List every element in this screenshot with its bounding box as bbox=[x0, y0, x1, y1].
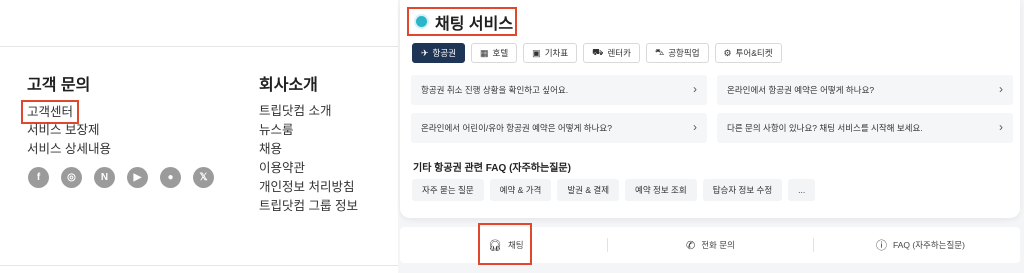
divider bbox=[0, 265, 398, 266]
chip-common-questions[interactable]: 자주 묻는 질문 bbox=[412, 179, 484, 201]
faq-chips: 자주 묻는 질문 예약 & 가격 발권 & 결제 예약 정보 조회 탑승자 정보… bbox=[412, 179, 816, 201]
chat-service-card: 채팅 서비스 ✈ 항공권 ▦ 호텔 ▣ 기차표 ⛟ 렌터카 ⛍ 공항픽업 ⚙ 투… bbox=[400, 0, 1020, 218]
chevron-right-icon: › bbox=[999, 82, 1003, 96]
chip-passenger-edit[interactable]: 탑승자 정보 수정 bbox=[702, 179, 783, 201]
chat-button[interactable]: 🎧︎ 채팅 bbox=[488, 227, 524, 263]
contact-bar: 🎧︎ 채팅 ✆ 전화 문의 ⓘ FAQ (자주하는질문) bbox=[400, 223, 1020, 265]
newsroom-link[interactable]: 뉴스룸 bbox=[259, 121, 358, 140]
faq-item[interactable]: 온라인에서 항공권 예약은 어떻게 하나요? › bbox=[717, 75, 1013, 105]
pickup-icon: ⛍ bbox=[654, 47, 665, 57]
faq-question: 온라인에서 어린이/유아 항공권 예약은 어떻게 하나요? bbox=[421, 123, 612, 133]
service-details-link[interactable]: 서비스 상세내용 bbox=[27, 140, 111, 159]
category-tabs: ✈ 항공권 ▦ 호텔 ▣ 기차표 ⛟ 렌터카 ⛍ 공항픽업 ⚙ 투어&티켓 bbox=[412, 43, 782, 63]
plane-icon: ✈ bbox=[421, 47, 429, 58]
careers-link[interactable]: 채용 bbox=[259, 140, 358, 159]
instagram-icon[interactable]: ◎ bbox=[61, 167, 82, 188]
faq-label: FAQ (자주하는질문) bbox=[893, 240, 965, 250]
headset-icon: 🎧︎ bbox=[488, 239, 502, 252]
kakao-icon[interactable]: ● bbox=[160, 167, 181, 188]
chat-service-title: 채팅 서비스 bbox=[407, 7, 517, 36]
ticket-icon: ⚙ bbox=[723, 47, 732, 58]
customer-support-column: 고객 문의 고객센터 서비스 보장제 서비스 상세내용 bbox=[21, 76, 111, 159]
divider bbox=[0, 46, 398, 47]
phone-label: 전화 문의 bbox=[701, 240, 735, 250]
privacy-link[interactable]: 개인정보 처리방침 bbox=[259, 178, 358, 197]
facebook-icon[interactable]: f bbox=[28, 167, 49, 188]
tab-flights[interactable]: ✈ 항공권 bbox=[412, 43, 466, 63]
chat-service-panel: 채팅 서비스 ✈ 항공권 ▦ 호텔 ▣ 기차표 ⛟ 렌터카 ⛍ 공항픽업 ⚙ 투… bbox=[398, 0, 1024, 273]
chat-label: 채팅 bbox=[507, 240, 524, 250]
chip-booking-lookup[interactable]: 예약 정보 조회 bbox=[625, 179, 697, 201]
tab-car-rental[interactable]: ⛟ 렌터카 bbox=[583, 43, 640, 63]
divider bbox=[607, 238, 608, 252]
footer-panel: 고객 문의 고객센터 서비스 보장제 서비스 상세내용 f ◎ N ▶ ● 𝕏 … bbox=[0, 0, 398, 273]
tab-hotels[interactable]: ▦ 호텔 bbox=[471, 43, 518, 63]
x-icon[interactable]: 𝕏 bbox=[193, 167, 214, 188]
tab-airport-pickup[interactable]: ⛍ 공항픽업 bbox=[645, 43, 709, 63]
tab-tours-tickets[interactable]: ⚙ 투어&티켓 bbox=[714, 43, 782, 63]
train-icon: ▣ bbox=[532, 47, 541, 58]
info-icon: ⓘ bbox=[876, 240, 887, 252]
faq-question: 항공권 취소 진행 상황을 확인하고 싶어요. bbox=[421, 85, 569, 95]
customer-support-heading: 고객 문의 bbox=[27, 77, 91, 94]
hotel-icon: ▦ bbox=[480, 47, 489, 58]
chevron-right-icon: › bbox=[693, 82, 697, 96]
company-heading: 회사소개 bbox=[259, 77, 318, 94]
faq-section-heading: 기타 항공권 관련 FAQ (자주하는질문) bbox=[413, 163, 571, 174]
faq-item[interactable]: 항공권 취소 진행 상황을 확인하고 싶어요. › bbox=[411, 75, 707, 105]
naver-icon[interactable]: N bbox=[94, 167, 115, 188]
social-icons: f ◎ N ▶ ● 𝕏 bbox=[28, 167, 214, 188]
tab-label: 항공권 bbox=[432, 48, 457, 58]
faq-item[interactable]: 온라인에서 어린이/유아 항공권 예약은 어떻게 하나요? › bbox=[411, 113, 707, 143]
page-root: 고객 문의 고객센터 서비스 보장제 서비스 상세내용 f ◎ N ▶ ● 𝕏 … bbox=[0, 0, 1024, 273]
group-info-link[interactable]: 트립닷컴 그룹 정보 bbox=[259, 197, 358, 216]
tab-label: 호텔 bbox=[492, 48, 509, 58]
phone-icon: ✆ bbox=[686, 239, 696, 252]
chevron-right-icon: › bbox=[999, 120, 1003, 134]
car-icon: ⛟ bbox=[592, 47, 604, 57]
youtube-icon[interactable]: ▶ bbox=[127, 167, 148, 188]
status-dot-icon bbox=[416, 16, 427, 27]
service-guarantee-link[interactable]: 서비스 보장제 bbox=[27, 121, 111, 140]
chip-more[interactable]: ... bbox=[788, 179, 816, 201]
phone-button[interactable]: ✆ 전화 문의 bbox=[686, 227, 735, 263]
about-link[interactable]: 트립닷컴 소개 bbox=[259, 102, 358, 121]
tab-label: 투어&티켓 bbox=[735, 48, 773, 58]
terms-link[interactable]: 이용약관 bbox=[259, 159, 358, 178]
company-column: 회사소개 트립닷컴 소개 뉴스룸 채용 이용약관 개인정보 처리방침 트립닷컴 … bbox=[259, 76, 358, 216]
tab-label: 기차표 bbox=[544, 48, 569, 58]
faq-item[interactable]: 다른 문의 사항이 있나요? 채팅 서비스를 시작해 보세요. › bbox=[717, 113, 1013, 143]
chip-ticketing-payment[interactable]: 발권 & 결제 bbox=[557, 179, 620, 201]
faq-button[interactable]: ⓘ FAQ (자주하는질문) bbox=[876, 227, 965, 263]
faq-question: 온라인에서 항공권 예약은 어떻게 하나요? bbox=[727, 85, 875, 95]
chip-booking-price[interactable]: 예약 & 가격 bbox=[489, 179, 552, 201]
chevron-right-icon: › bbox=[693, 120, 697, 134]
tab-trains[interactable]: ▣ 기차표 bbox=[523, 43, 578, 63]
faq-question: 다른 문의 사항이 있나요? 채팅 서비스를 시작해 보세요. bbox=[727, 123, 923, 133]
divider bbox=[813, 238, 814, 252]
tab-label: 공항픽업 bbox=[668, 48, 700, 58]
page-title: 채팅 서비스 bbox=[435, 15, 514, 33]
tab-label: 렌터카 bbox=[607, 48, 631, 58]
